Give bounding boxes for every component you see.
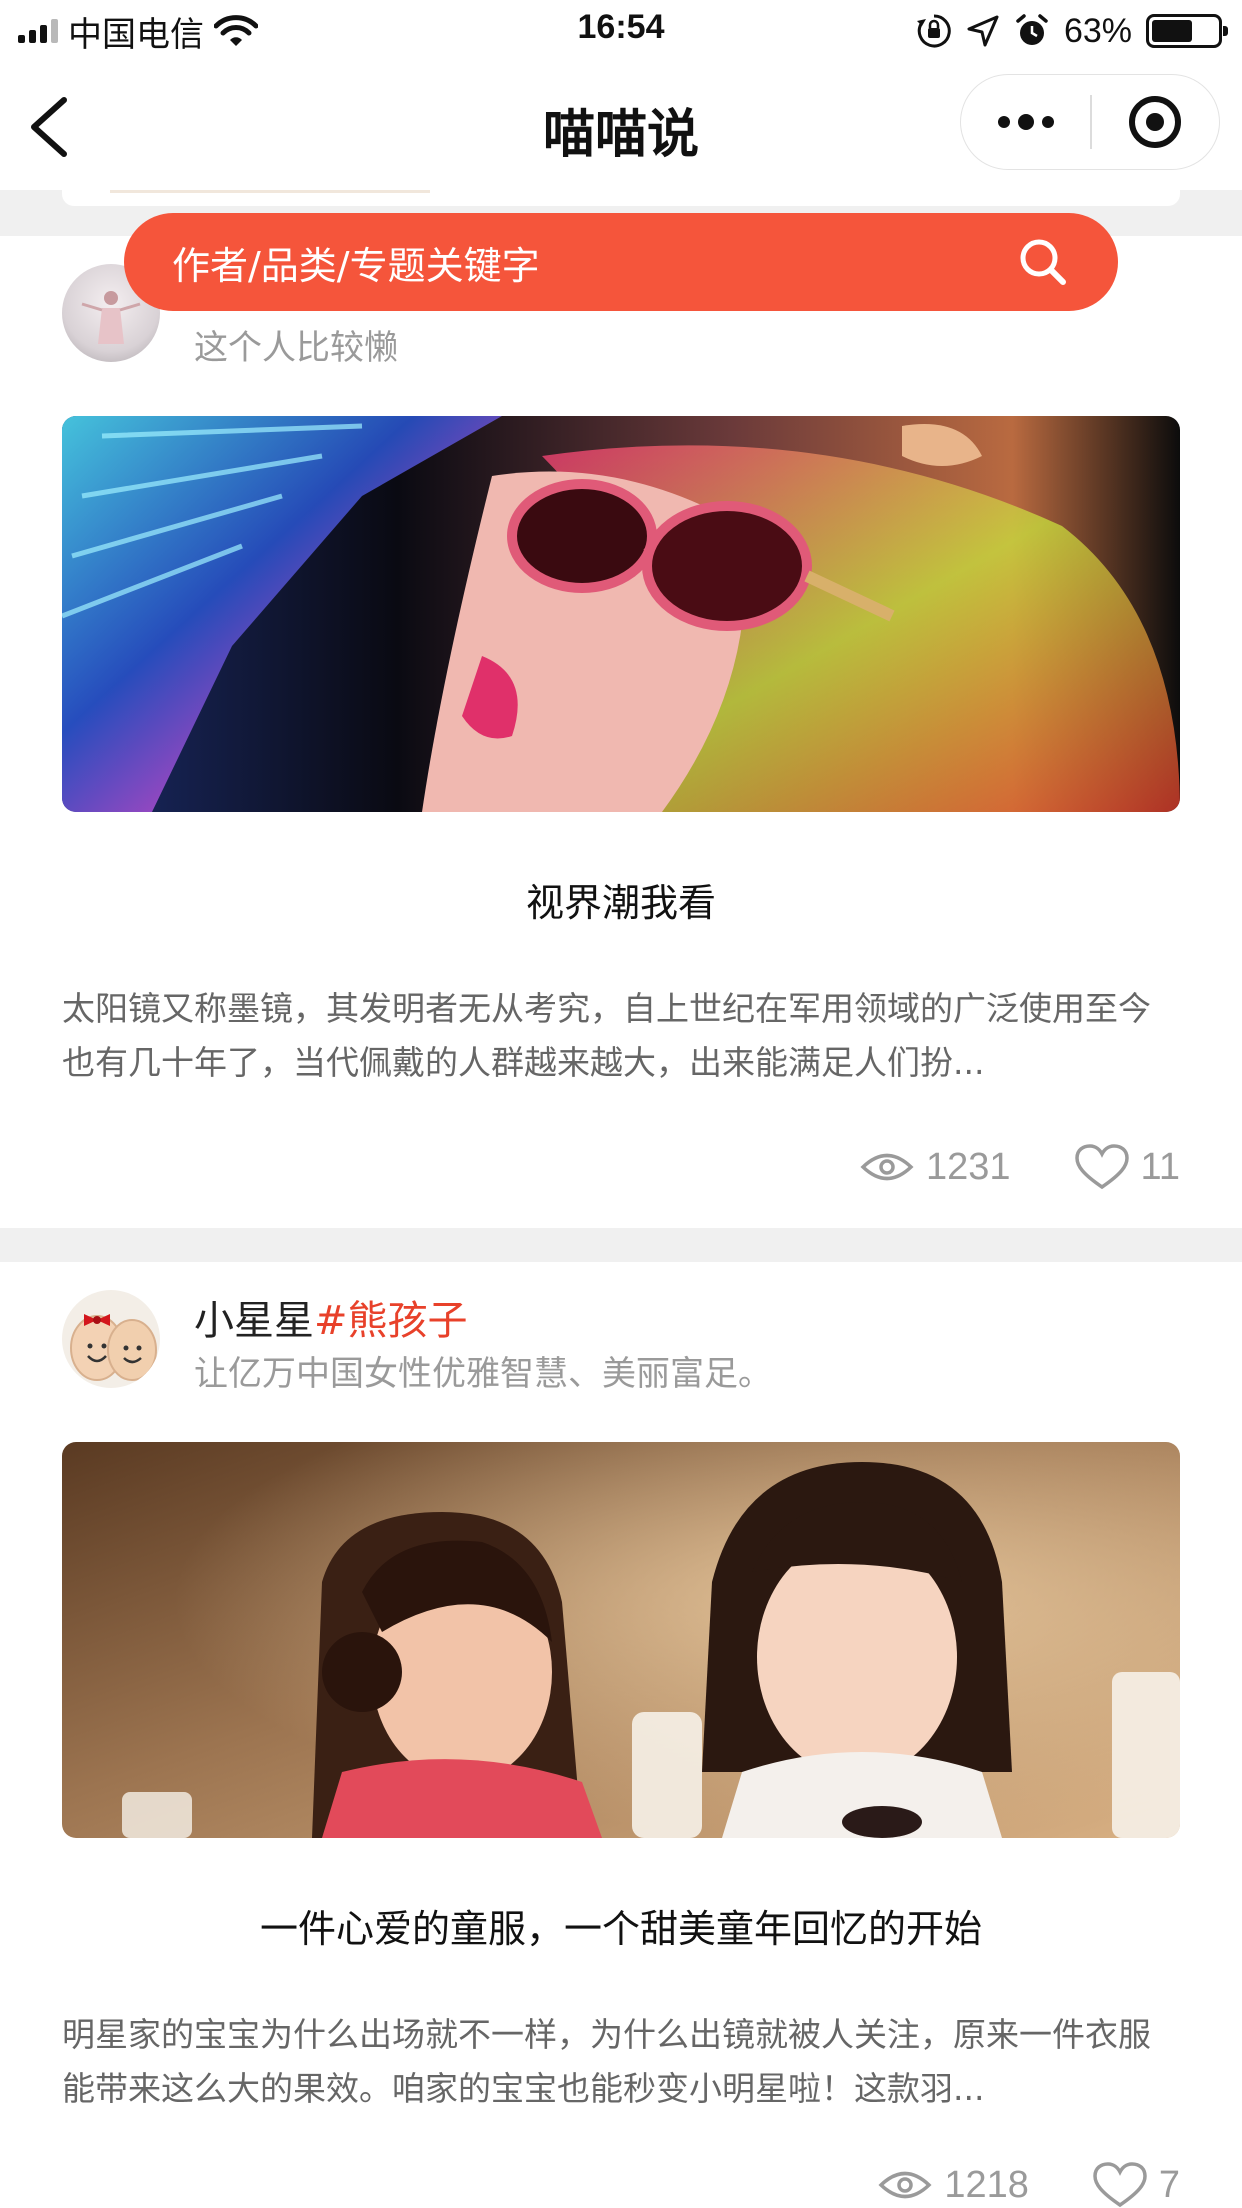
- eye-icon: [860, 1153, 914, 1181]
- article-title[interactable]: 视界潮我看: [62, 872, 1180, 927]
- avatar[interactable]: [62, 1290, 160, 1388]
- status-bar: 中国电信 16:54 63%: [0, 0, 1242, 62]
- article-summary: 明星家的宝宝为什么出场就不一样，为什么出镜就被人关注，原来一件衣服能带来这么大的…: [62, 2015, 1151, 2108]
- like-count[interactable]: 11: [1074, 1144, 1180, 1190]
- like-count-value: 7: [1158, 2163, 1180, 2206]
- article-stats: 1218 7: [878, 2162, 1180, 2208]
- previous-card-line: [110, 190, 430, 193]
- view-count-value: 1231: [926, 1145, 1011, 1188]
- view-count: 1231: [860, 1146, 1011, 1189]
- search-icon[interactable]: [1016, 235, 1070, 289]
- battery-percent: 63%: [1063, 11, 1132, 50]
- cover-image[interactable]: [62, 416, 1180, 812]
- view-count: 1218: [878, 2164, 1029, 2207]
- target-close-icon[interactable]: [1092, 75, 1220, 169]
- author-name[interactable]: 小星星: [194, 1298, 314, 1344]
- author-tag[interactable]: #熊孩子: [314, 1298, 468, 1344]
- view-count-value: 1218: [944, 2163, 1029, 2206]
- heart-icon[interactable]: [1074, 1144, 1129, 1190]
- article-title[interactable]: 一件心爱的童服，一个甜美童年回忆的开始: [62, 1898, 1180, 1953]
- search-bar[interactable]: 作者/品类/专题关键字: [124, 213, 1118, 311]
- location-icon: [967, 15, 999, 47]
- nav-bar: 喵喵说: [0, 62, 1242, 190]
- cover-image[interactable]: [62, 1442, 1180, 1838]
- author-description: 让亿万中国女性优雅智慧、美丽富足。: [194, 1354, 772, 1394]
- author-description: 这个人比较懒: [194, 328, 398, 368]
- alarm-icon: [1016, 14, 1048, 45]
- like-count-value: 11: [1140, 1145, 1180, 1188]
- eye-icon: [878, 2171, 932, 2199]
- card-separator: [0, 1228, 1242, 1262]
- mini-program-capsule: [960, 74, 1220, 170]
- orientation-lock-icon: [916, 14, 951, 48]
- search-placeholder[interactable]: 作者/品类/专题关键字: [172, 235, 1016, 290]
- battery-fill: [1152, 20, 1193, 42]
- article-card[interactable]: 小星星#熊孩子 让亿万中国女性优雅智慧、美丽富足。 一件心爱的童服，一个甜美童年…: [0, 1262, 1242, 2208]
- more-dots-icon[interactable]: [961, 75, 1090, 169]
- author-line[interactable]: 小星星#熊孩子: [194, 1288, 468, 1346]
- battery-icon: [1146, 14, 1228, 48]
- like-count[interactable]: 7: [1093, 2162, 1180, 2208]
- article-card[interactable]: 这个人比较懒 视界潮我看 太阳镜又称墨镜，其发明者无从考究，自上世纪在军用领域的…: [0, 236, 1242, 1228]
- status-right: 63%: [916, 10, 1228, 52]
- heart-icon[interactable]: [1093, 2162, 1147, 2208]
- article-stats: 1231 11: [860, 1144, 1180, 1190]
- article-summary: 太阳镜又称墨镜，其发明者无从考究，自上世纪在军用领域的广泛使用至今也有几十年了，…: [62, 989, 1151, 1082]
